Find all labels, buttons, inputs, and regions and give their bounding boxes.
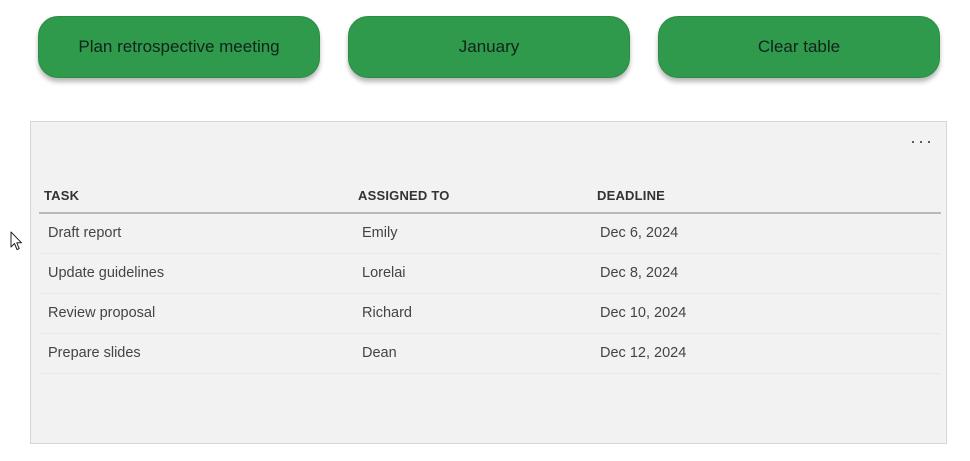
task-cell: Review proposal: [48, 305, 156, 321]
table-row[interactable]: Draft report Emily Dec 6, 2024: [39, 214, 941, 254]
month-label: January: [458, 37, 520, 56]
table-row[interactable]: Review proposal Richard Dec 10, 2024: [39, 294, 941, 334]
deadline-cell: Dec 8, 2024: [600, 265, 679, 281]
column-header-task[interactable]: TASK: [44, 188, 79, 203]
task-table-panel: ··· TASK ASSIGNED TO DEADLINE Draft repo…: [30, 121, 947, 444]
column-header-deadline[interactable]: DEADLINE: [597, 188, 665, 203]
table-row[interactable]: Prepare slides Dean Dec 12, 2024: [39, 334, 941, 374]
assigned-cell: Dean: [362, 345, 397, 361]
clear-table-button[interactable]: Clear table: [658, 16, 940, 78]
deadline-cell: Dec 6, 2024: [600, 225, 679, 241]
plan-retrospective-button[interactable]: Plan retrospective meeting: [38, 16, 320, 78]
table-body: Draft report Emily Dec 6, 2024 Update gu…: [39, 214, 941, 374]
table-header: TASK ASSIGNED TO DEADLINE: [39, 178, 941, 214]
column-header-assigned-to[interactable]: ASSIGNED TO: [358, 188, 450, 203]
assigned-cell: Emily: [362, 225, 398, 241]
page: Plan retrospective meeting January Clear…: [0, 0, 970, 461]
deadline-cell: Dec 10, 2024: [600, 305, 687, 321]
table-row[interactable]: Update guidelines Lorelai Dec 8, 2024: [39, 254, 941, 294]
task-cell: Update guidelines: [48, 265, 165, 281]
more-options-icon[interactable]: ···: [910, 132, 934, 150]
clear-table-label: Clear table: [757, 37, 841, 56]
mouse-pointer-icon: [10, 231, 22, 250]
task-cell: Prepare slides: [48, 345, 141, 361]
plan-retrospective-label: Plan retrospective meeting: [78, 37, 280, 56]
assigned-cell: Lorelai: [362, 265, 406, 281]
deadline-cell: Dec 12, 2024: [600, 345, 687, 361]
task-cell: Draft report: [48, 225, 122, 241]
assigned-cell: Richard: [362, 305, 412, 321]
month-button[interactable]: January: [348, 16, 630, 78]
